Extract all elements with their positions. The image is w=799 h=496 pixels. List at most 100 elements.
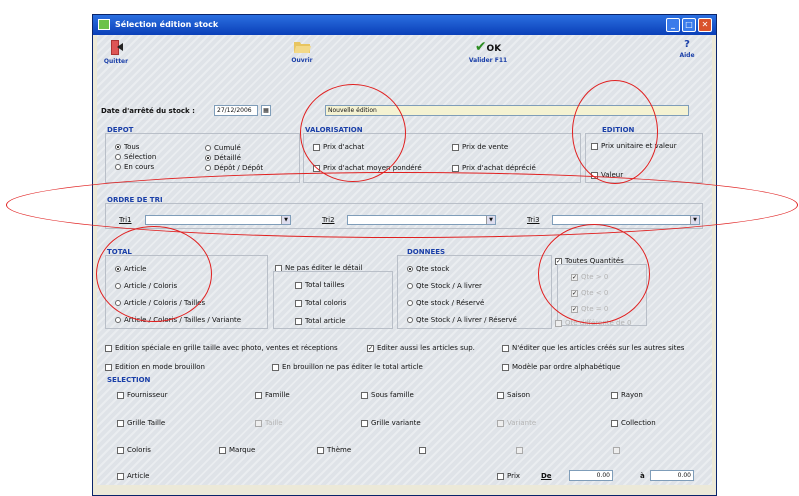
total-article[interactable]: Article — [115, 265, 146, 273]
depot-option-tous[interactable]: Tous — [115, 143, 139, 151]
donnees-qte-stock-livrer[interactable]: Qte Stock / A livrer — [407, 282, 482, 290]
sel-rayon[interactable]: Rayon — [611, 391, 643, 399]
sel-variante[interactable]: Variante — [497, 419, 536, 427]
total-article-coloris[interactable]: Article / Coloris — [115, 282, 177, 290]
checkbox[interactable] — [117, 446, 124, 454]
qte-differente-zero[interactable]: Qte différente de 0 — [555, 319, 631, 327]
total-tailles[interactable]: Total tailles — [295, 281, 344, 289]
checkbox[interactable] — [295, 299, 302, 307]
opt-grille-photo[interactable]: Edition spéciale en grille taille avec p… — [105, 344, 338, 352]
valo-prix-achat[interactable]: Prix d'achat — [313, 143, 364, 151]
radio-button[interactable] — [407, 300, 413, 306]
sel-empty-1[interactable] — [419, 446, 429, 454]
radio-button[interactable] — [115, 144, 121, 150]
checkbox[interactable] — [497, 391, 504, 399]
sel-taille[interactable]: Taille — [255, 419, 283, 427]
checkbox[interactable] — [591, 171, 598, 179]
checkbox[interactable] — [497, 419, 504, 427]
prix-de-input[interactable]: 0.00 — [569, 470, 613, 481]
valo-prix-achat-moyen[interactable]: Prix d'achat moyen pondéré — [313, 164, 422, 172]
tri3-select[interactable]: ▼ — [552, 215, 700, 225]
date-input[interactable]: 27/12/2006 — [214, 105, 258, 116]
sel-article[interactable]: Article — [117, 472, 149, 480]
checkbox[interactable]: ✓ — [571, 273, 578, 281]
checkbox[interactable] — [117, 419, 124, 427]
edition-name-input[interactable]: Nouvelle édition — [325, 105, 689, 116]
checkbox[interactable] — [313, 143, 320, 151]
checkbox[interactable] — [502, 344, 509, 352]
radio-button[interactable] — [407, 317, 413, 323]
donnees-qte-stock[interactable]: Qte stock — [407, 265, 449, 273]
prix-a-input[interactable]: 0.00 — [650, 470, 694, 481]
chevron-down-icon[interactable]: ▼ — [486, 216, 495, 224]
radio-button[interactable] — [115, 283, 121, 289]
checkbox[interactable] — [452, 143, 459, 151]
sel-empty-3[interactable] — [613, 446, 623, 454]
open-button[interactable]: Ouvrir — [284, 37, 320, 64]
radio-button[interactable] — [205, 145, 211, 151]
depot-option-detaille[interactable]: Détaillé — [205, 154, 241, 162]
total-article-check[interactable]: Total article — [295, 317, 346, 325]
valo-prix-vente[interactable]: Prix de vente — [452, 143, 508, 151]
checkbox[interactable] — [591, 142, 598, 150]
radio-button[interactable] — [205, 165, 211, 171]
edition-valeur[interactable]: Valeur — [591, 171, 623, 179]
radio-button[interactable] — [407, 266, 413, 272]
help-button[interactable]: ? Aide — [675, 39, 699, 59]
total-article-coloris-tailles-variante[interactable]: Article / Coloris / Tailles / Variante — [115, 316, 241, 324]
quit-button[interactable]: Quitter — [99, 39, 133, 65]
sel-coloris[interactable]: Coloris — [117, 446, 151, 454]
depot-option-depot-depot[interactable]: Dépôt / Dépôt — [205, 164, 263, 172]
checkbox[interactable] — [497, 472, 504, 480]
opt-alpha[interactable]: Modèle par ordre alphabétique — [502, 363, 620, 371]
checkbox[interactable] — [419, 446, 426, 454]
checkbox[interactable] — [361, 391, 368, 399]
checkbox[interactable] — [613, 446, 620, 454]
total-coloris[interactable]: Total coloris — [295, 299, 346, 307]
radio-button[interactable] — [115, 266, 121, 272]
checkbox[interactable] — [452, 164, 459, 172]
donnees-qte-stock-livrer-reserve[interactable]: Qte Stock / A livrer / Réservé — [407, 316, 517, 324]
radio-button[interactable] — [115, 164, 121, 170]
depot-option-selection[interactable]: Sélection — [115, 153, 156, 161]
valo-prix-achat-deprecie[interactable]: Prix d'achat déprécié — [452, 164, 536, 172]
maximize-button[interactable]: □ — [682, 18, 696, 32]
minimize-button[interactable]: _ — [666, 18, 680, 32]
edition-prix-unitaire[interactable]: Prix unitaire et valeur — [591, 142, 677, 150]
checkbox[interactable] — [255, 391, 262, 399]
checkbox[interactable] — [105, 363, 112, 371]
depot-option-cumule[interactable]: Cumulé — [205, 144, 241, 152]
chevron-down-icon[interactable]: ▼ — [690, 216, 699, 224]
radio-button[interactable] — [205, 155, 211, 161]
sel-saison[interactable]: Saison — [497, 391, 530, 399]
donnees-qte-stock-reserve[interactable]: Qte stock / Réservé — [407, 299, 484, 307]
checkbox[interactable] — [317, 446, 324, 454]
sel-theme[interactable]: Thème — [317, 446, 351, 454]
opt-non-crees[interactable]: N'éditer que les articles créés sur les … — [502, 344, 684, 352]
checkbox[interactable] — [611, 391, 618, 399]
sel-famille[interactable]: Famille — [255, 391, 290, 399]
tri1-select[interactable]: ▼ — [145, 215, 291, 225]
total-article-coloris-tailles[interactable]: Article / Coloris / Tailles — [115, 299, 205, 307]
checkbox[interactable] — [516, 446, 523, 454]
radio-button[interactable] — [115, 317, 121, 323]
checkbox[interactable] — [502, 363, 509, 371]
sel-prix[interactable]: Prix — [497, 472, 520, 480]
chevron-down-icon[interactable]: ▼ — [281, 216, 290, 224]
sel-marque[interactable]: Marque — [219, 446, 255, 454]
calendar-icon[interactable]: ▦ — [261, 105, 271, 116]
checkbox[interactable] — [117, 391, 124, 399]
checkbox[interactable] — [219, 446, 226, 454]
opt-brouillon-total[interactable]: En brouillon ne pas éditer le total arti… — [272, 363, 423, 371]
tri2-select[interactable]: ▼ — [347, 215, 496, 225]
depot-option-en-cours[interactable]: En cours — [115, 163, 154, 171]
qte-negative[interactable]: ✓ Qte < 0 — [571, 289, 608, 297]
opt-brouillon[interactable]: Edition en mode brouillon — [105, 363, 205, 371]
checkbox[interactable] — [611, 419, 618, 427]
checkbox[interactable]: ✓ — [571, 289, 578, 297]
checkbox[interactable] — [255, 419, 262, 427]
radio-button[interactable] — [407, 283, 413, 289]
sel-collection[interactable]: Collection — [611, 419, 656, 427]
sel-grille-variante[interactable]: Grille variante — [361, 419, 421, 427]
validate-button[interactable]: ✔OK Valider F11 — [462, 39, 514, 64]
